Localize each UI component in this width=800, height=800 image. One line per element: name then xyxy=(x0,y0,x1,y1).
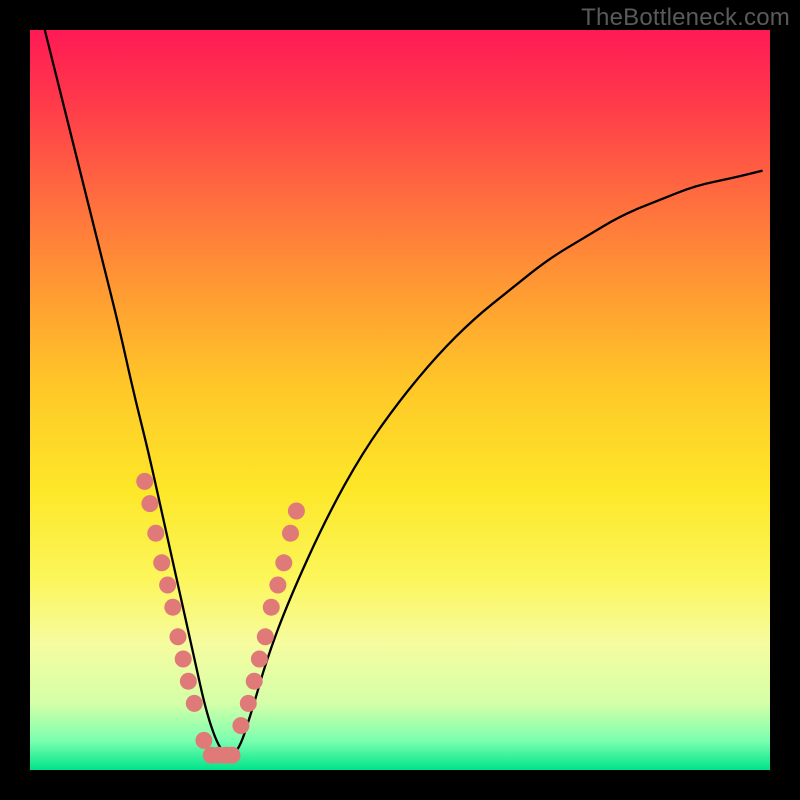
data-point xyxy=(263,599,280,616)
data-point xyxy=(232,717,249,734)
data-point xyxy=(147,525,164,542)
data-point xyxy=(251,651,268,668)
data-point xyxy=(186,695,203,712)
scatter-dots xyxy=(136,473,305,764)
data-point xyxy=(141,495,158,512)
curve-layer xyxy=(30,30,770,770)
chart-frame: TheBottleneck.com xyxy=(0,0,800,800)
bottleneck-curve xyxy=(45,30,763,755)
data-point xyxy=(282,525,299,542)
data-point xyxy=(257,628,274,645)
data-point xyxy=(164,599,181,616)
data-point xyxy=(175,651,192,668)
data-point xyxy=(180,673,197,690)
data-point xyxy=(246,673,263,690)
data-point xyxy=(240,695,257,712)
data-point xyxy=(159,577,176,594)
data-point xyxy=(288,503,305,520)
data-point xyxy=(224,747,241,764)
plot-area xyxy=(30,30,770,770)
data-point xyxy=(170,628,187,645)
data-point xyxy=(136,473,153,490)
data-point xyxy=(153,554,170,571)
data-point xyxy=(269,577,286,594)
data-point xyxy=(275,554,292,571)
watermark-text: TheBottleneck.com xyxy=(581,4,790,32)
data-point xyxy=(195,732,212,749)
